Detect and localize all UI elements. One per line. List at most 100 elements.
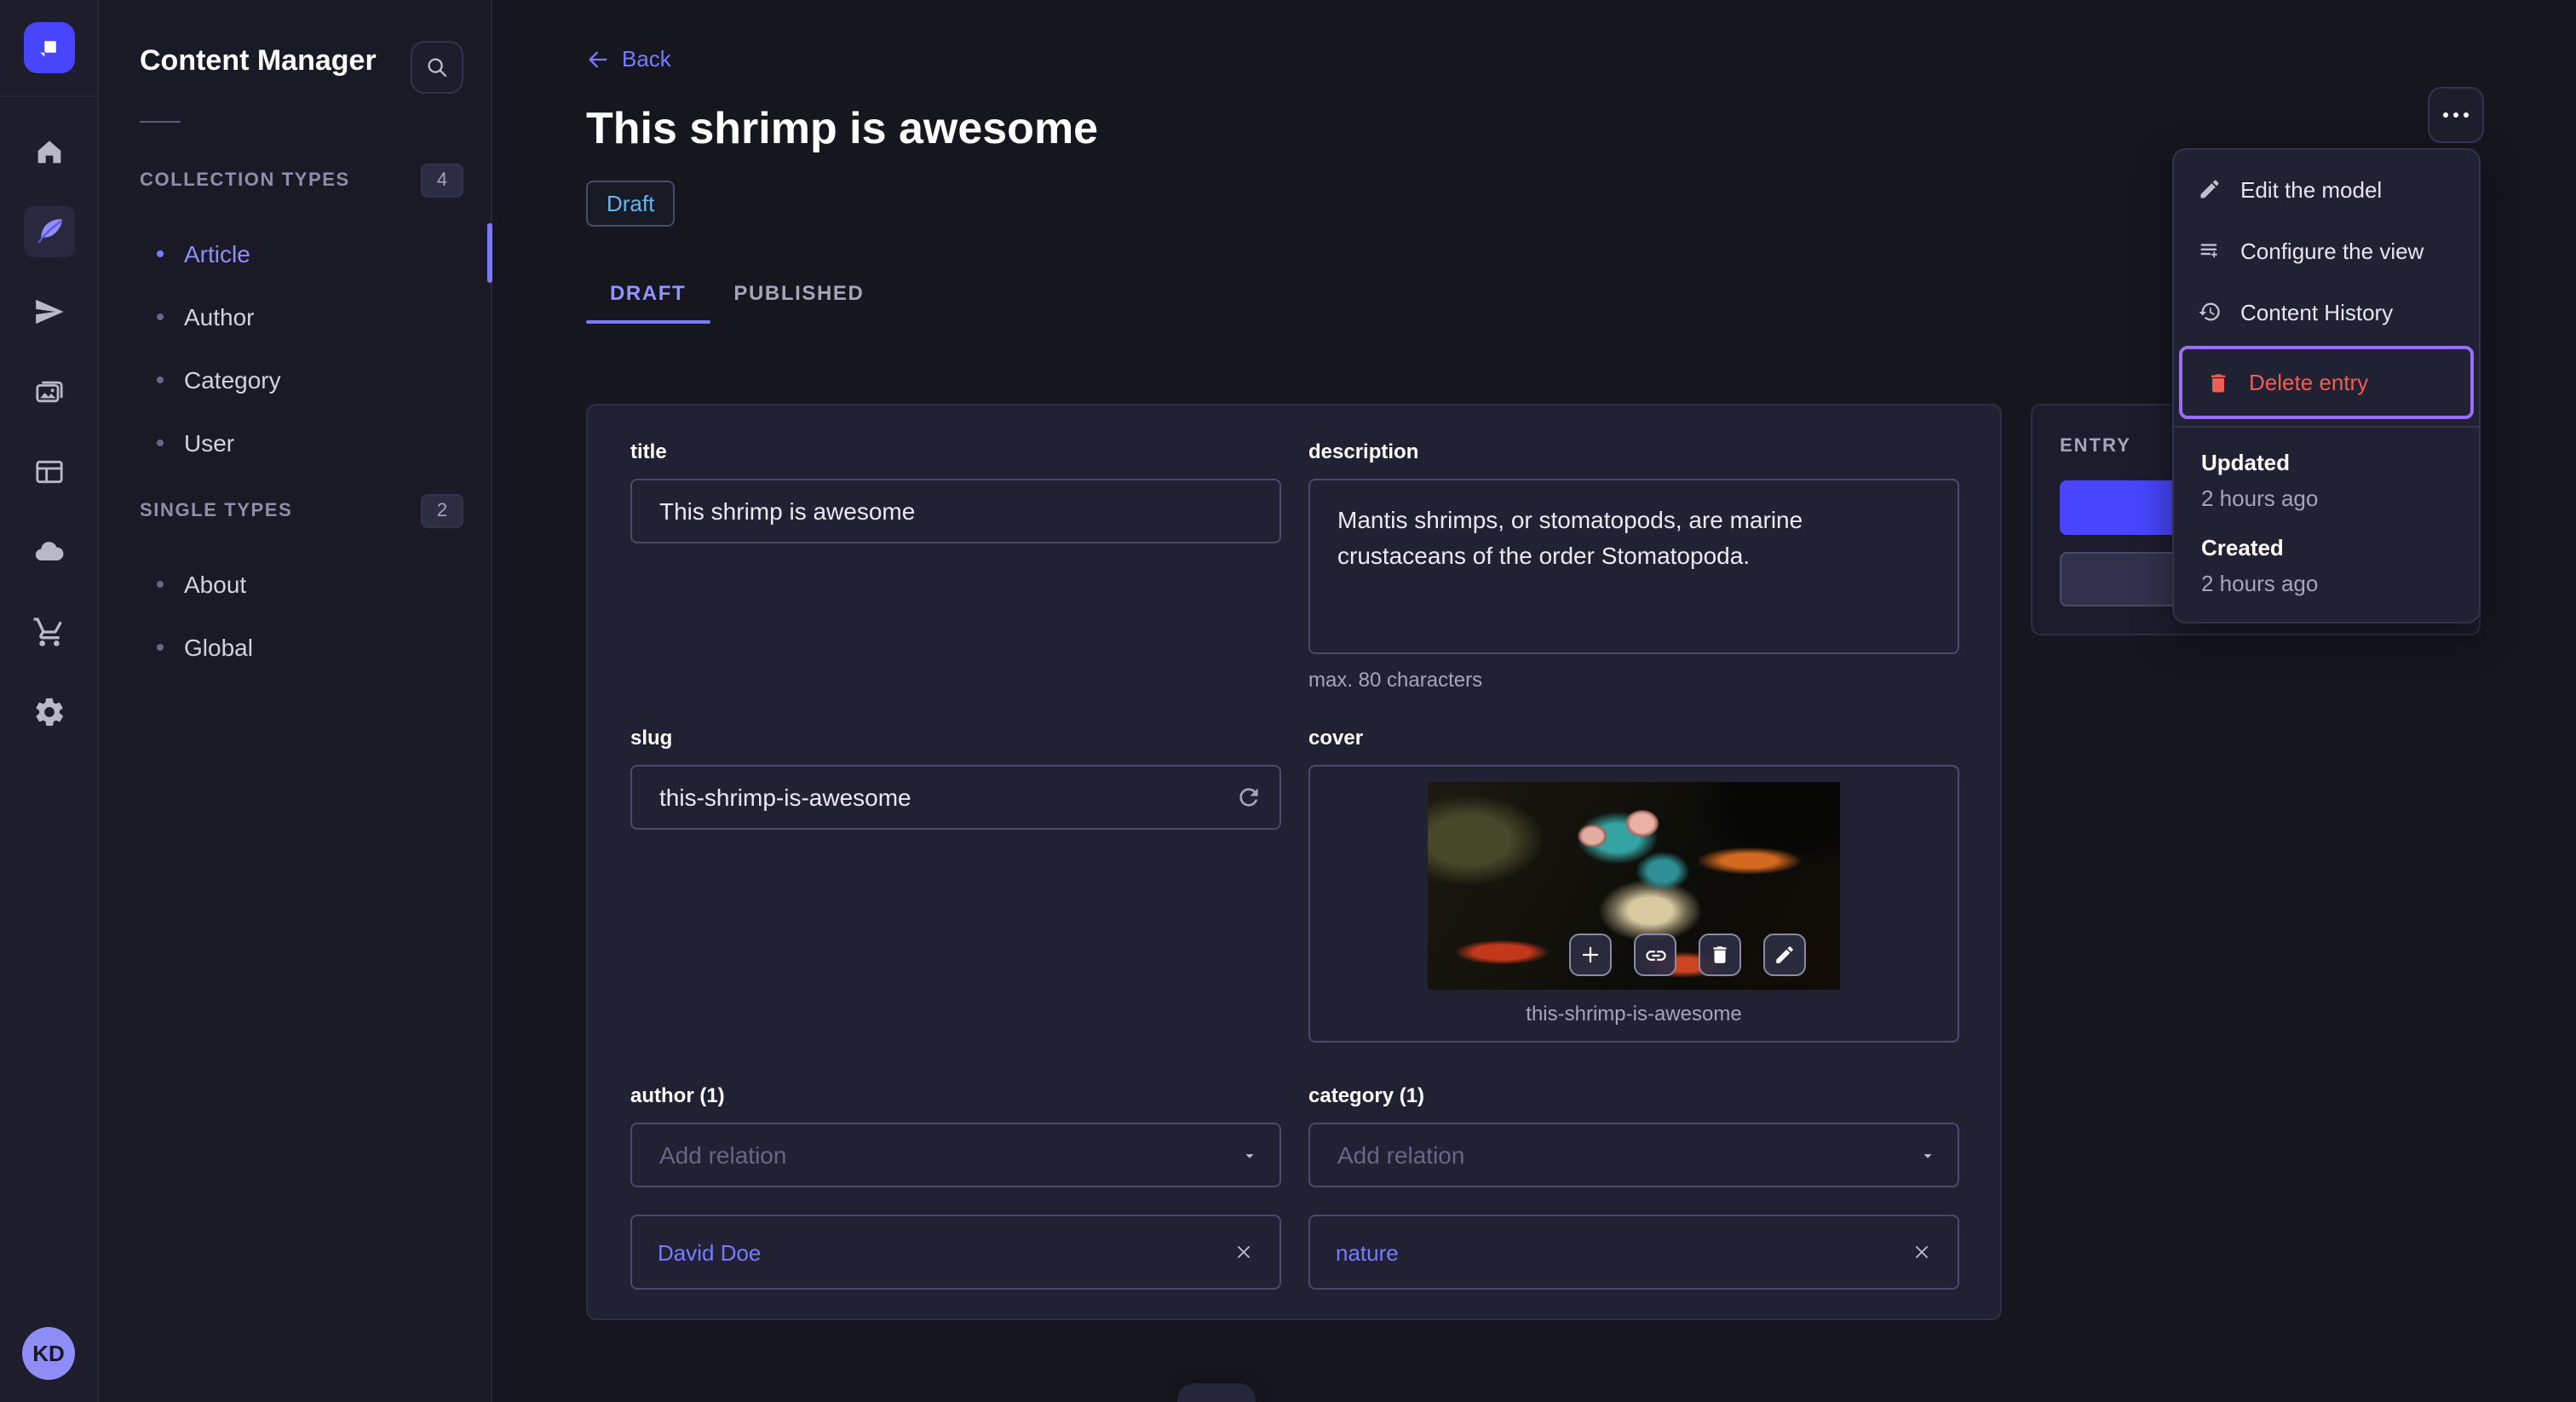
pencil-icon [1776,946,1793,963]
sidebar-item-user[interactable]: User [99,411,491,474]
back-label: Back [622,46,671,72]
title-field-label: title [630,440,667,463]
menu-item-edit-model[interactable]: Edit the model [2174,158,2479,220]
cover-add-button[interactable] [1569,934,1612,976]
edit-form-panel: title description Mantis shrimps, or sto… [586,404,2002,1320]
category-relation-link[interactable]: nature [1336,1239,1399,1265]
updated-label: Updated [2201,450,2290,475]
cloud-icon [34,542,63,561]
rail-divider [0,95,97,97]
nav-releases[interactable] [23,286,74,337]
arrow-left-icon [589,50,607,67]
nav-marketplace[interactable] [23,606,74,658]
sidebar-item-category[interactable]: Category [99,348,491,411]
sidebar-item-global[interactable]: Global [99,615,491,678]
chevron-down-icon [1245,1154,1254,1158]
back-link[interactable]: Back [586,46,671,72]
nav-settings[interactable] [23,687,74,738]
cover-delete-button[interactable] [1699,934,1741,976]
search-button[interactable] [411,41,463,94]
delete-entry-focus-ring: Delete entry [2179,346,2474,419]
list-plus-icon [2200,244,2217,258]
sidebar-item-about[interactable]: About [99,552,491,615]
sidebar-item-label: Article [184,239,250,267]
collection-types-label: COLLECTION TYPES [140,170,350,191]
author-relation-link[interactable]: David Doe [658,1239,761,1265]
cover-copy-link-button[interactable] [1634,934,1676,976]
category-field-label: category (1) [1308,1083,1425,1107]
tab-draft[interactable]: DRAFT [586,280,710,323]
bullet-icon [157,250,164,256]
sidebar-title: Content Manager [140,44,377,77]
strapi-logo[interactable] [24,22,75,73]
sidebar-divider [140,121,181,123]
main-nav-rail: KD [0,0,99,1402]
author-relation-select[interactable]: Add relation [630,1123,1281,1187]
single-types-label: SINGLE TYPES [140,501,293,521]
title-input[interactable] [630,479,1281,543]
trash-icon [1713,946,1727,963]
nav-content-manager[interactable] [23,206,74,257]
paper-plane-icon [35,299,63,325]
tab-published[interactable]: PUBLISHED [710,280,888,323]
menu-item-configure-view[interactable]: Configure the view [2174,220,2479,281]
status-badge: Draft [586,180,676,226]
gear-icon [35,698,62,727]
feather-icon [37,219,61,244]
updated-value: 2 hours ago [2201,486,2319,511]
bullet-icon [157,313,164,319]
author-relation-item: David Doe [630,1215,1281,1290]
strapi-logo-icon [40,41,56,57]
single-types-count: 2 [421,494,463,528]
active-item-indicator [487,223,492,283]
more-options-button[interactable] [2428,87,2484,143]
description-textarea[interactable]: Mantis shrimps, or stomatopods, are mari… [1308,479,1959,654]
cover-field: this-shrimp-is-awesome [1308,765,1959,1043]
regenerate-slug-button[interactable] [1235,784,1262,811]
bullet-icon [157,376,164,382]
bullet-icon [157,580,164,587]
collection-types-count: 4 [421,164,463,198]
sidebar-item-label: Category [184,365,281,393]
nav-content-type-builder[interactable] [23,446,74,497]
author-field-label: author (1) [630,1083,725,1107]
home-icon [37,141,60,164]
category-relation-select[interactable]: Add relation [1308,1123,1959,1187]
category-placeholder: Add relation [1337,1141,1465,1169]
content-manager-sidebar: Content Manager COLLECTION TYPES 4 Artic… [99,0,492,1402]
description-field-label: description [1308,440,1419,463]
trash-icon [2211,373,2226,392]
sidebar-item-label: About [184,570,247,597]
created-value: 2 hours ago [2201,571,2319,596]
page-title: This shrimp is awesome [586,101,1099,152]
pencil-icon [2200,180,2219,198]
cover-field-label: cover [1308,726,1364,750]
ellipsis-icon [2443,112,2448,118]
nav-home[interactable] [23,126,74,177]
chevron-down-icon [1923,1154,1932,1158]
created-label: Created [2201,535,2284,560]
menu-item-delete-entry[interactable]: Delete entry [2182,349,2470,416]
refresh-icon [1239,788,1258,807]
author-placeholder: Add relation [659,1141,787,1169]
images-icon [35,381,62,403]
cart-icon [32,618,61,646]
nav-deploy-cloud[interactable] [23,526,74,577]
bullet-icon [157,643,164,650]
remove-relation-icon[interactable] [1912,1242,1932,1262]
history-clock-icon [2199,302,2220,321]
category-relation-item: nature [1308,1215,1959,1290]
single-types-header[interactable]: SINGLE TYPES 2 [140,494,463,528]
sidebar-item-label: Global [184,633,253,660]
nav-media-library[interactable] [23,366,74,417]
remove-relation-icon[interactable] [1233,1242,1254,1262]
description-hint: max. 80 characters [1308,668,1483,692]
sidebar-item-author[interactable]: Author [99,284,491,348]
collection-types-header[interactable]: COLLECTION TYPES 4 [140,164,463,198]
sidebar-item-article[interactable]: Article [99,221,491,284]
menu-item-content-history[interactable]: Content History [2174,281,2479,342]
slug-input[interactable] [630,765,1281,830]
sidebar-item-label: User [184,428,235,456]
user-avatar[interactable]: KD [22,1327,75,1380]
cover-edit-button[interactable] [1763,934,1806,976]
